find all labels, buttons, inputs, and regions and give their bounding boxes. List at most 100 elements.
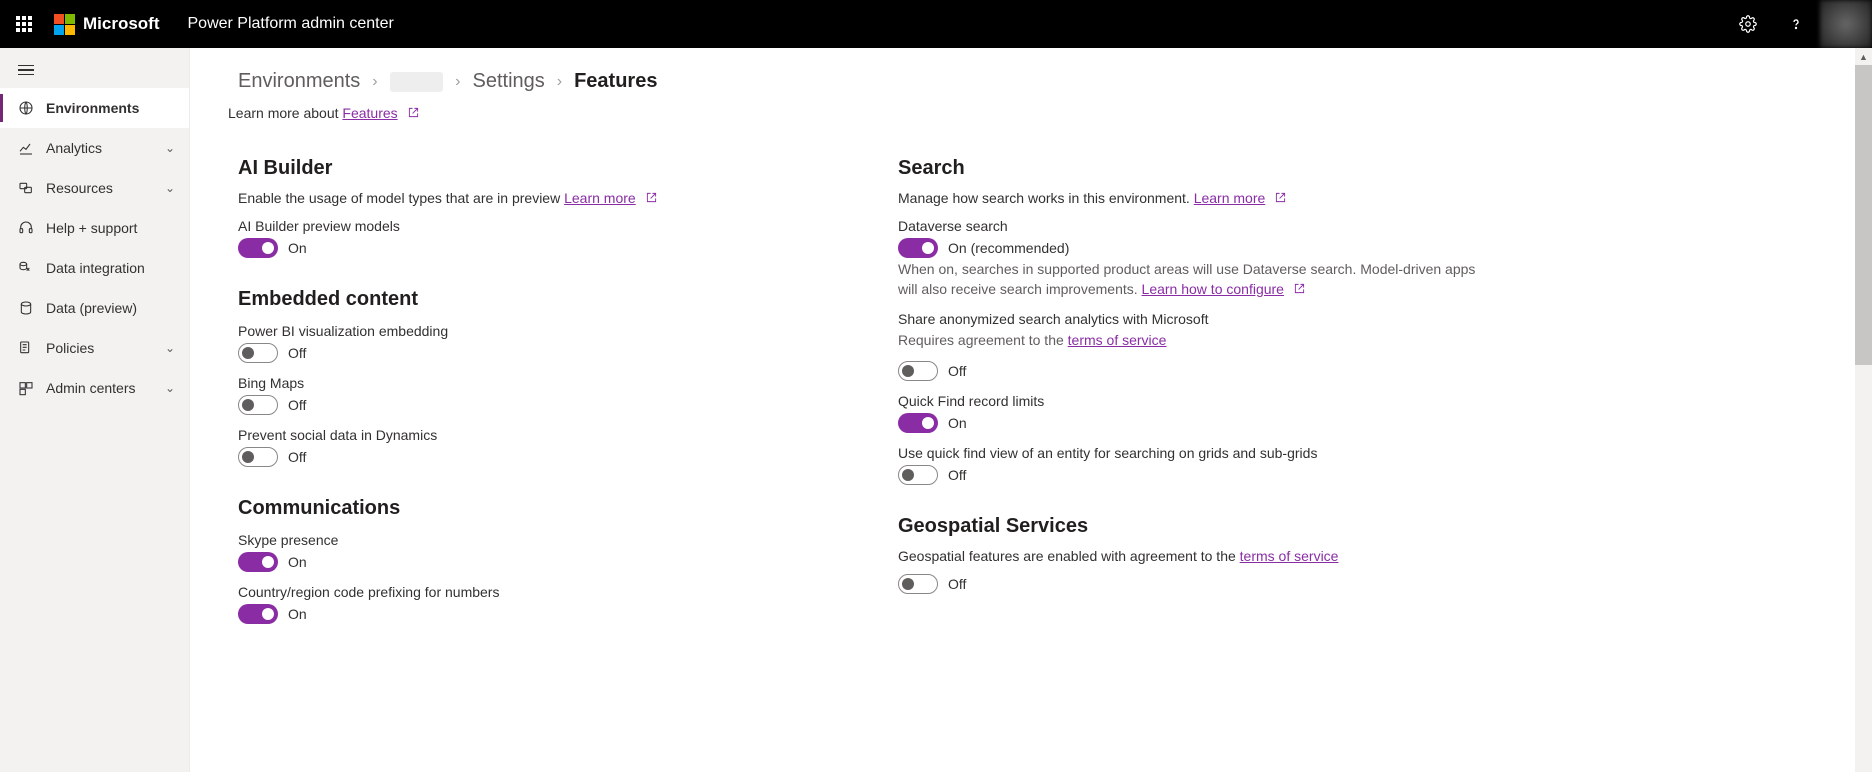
sidebar-item-environments[interactable]: Environments	[0, 88, 189, 128]
sidebar-item-help-support[interactable]: Help + support	[0, 208, 189, 248]
external-link-icon	[1275, 192, 1286, 203]
chevron-right-icon: ›	[372, 73, 377, 91]
field-dataverse-search: Dataverse search On (recommended) When o…	[898, 218, 1498, 299]
external-link-icon	[646, 192, 657, 203]
chevron-down-icon: ⌄	[165, 381, 175, 395]
field-label: Use quick find view of an entity for sea…	[898, 445, 1498, 461]
section-title: Geospatial Services	[898, 515, 1498, 538]
globe-icon	[18, 100, 34, 116]
toggle-state-text: Off	[288, 449, 306, 465]
country-code-prefixing-toggle[interactable]	[238, 604, 278, 624]
breadcrumb: Environments › › Settings › Features	[238, 70, 1750, 93]
section-description: Enable the usage of model types that are…	[238, 190, 838, 206]
help-icon	[1788, 16, 1804, 32]
section-geospatial: Geospatial Services Geospatial features …	[898, 515, 1498, 594]
breadcrumb-current: Features	[574, 70, 657, 93]
dataverse-search-help: When on, searches in supported product a…	[898, 260, 1498, 299]
account-button[interactable]	[1820, 0, 1872, 48]
ai-builder-learn-more-link[interactable]: Learn more	[564, 190, 636, 206]
field-label: Dataverse search	[898, 218, 1498, 234]
right-column: Search Manage how search works in this e…	[898, 157, 1498, 654]
features-docs-link[interactable]: Features	[342, 105, 397, 121]
prevent-social-data-toggle[interactable]	[238, 447, 278, 467]
field-country-code-prefixing: Country/region code prefixing for number…	[238, 584, 838, 624]
section-description: Geospatial features are enabled with agr…	[898, 548, 1498, 564]
sidebar-item-data-preview[interactable]: Data (preview)	[0, 288, 189, 328]
field-share-search-analytics: Share anonymized search analytics with M…	[898, 311, 1498, 381]
sidebar-item-label: Analytics	[46, 140, 102, 156]
app-launcher-button[interactable]	[0, 0, 48, 48]
scrollbar-thumb[interactable]	[1855, 65, 1872, 365]
learn-how-configure-link[interactable]: Learn how to configure	[1142, 281, 1284, 297]
toggle-state-text: Off	[288, 345, 306, 361]
collapse-nav-button[interactable]	[0, 52, 189, 88]
field-label: Share anonymized search analytics with M…	[898, 311, 1498, 327]
data-integration-icon	[18, 260, 34, 276]
sidebar-item-analytics[interactable]: Analytics ⌄	[0, 128, 189, 168]
sidebar-item-label: Environments	[46, 100, 139, 116]
help-button[interactable]	[1772, 0, 1820, 48]
search-learn-more-link[interactable]: Learn more	[1194, 190, 1266, 206]
section-search: Search Manage how search works in this e…	[898, 157, 1498, 485]
field-label: Prevent social data in Dynamics	[238, 427, 838, 443]
data-icon	[18, 300, 34, 316]
field-ai-builder-preview-models: AI Builder preview models On	[238, 218, 838, 258]
toggle-state-text: On	[948, 415, 967, 431]
section-description: Manage how search works in this environm…	[898, 190, 1498, 206]
settings-button[interactable]	[1724, 0, 1772, 48]
toggle-state-text: Off	[948, 363, 966, 379]
field-label: Skype presence	[238, 532, 838, 548]
geo-terms-of-service-link[interactable]: terms of service	[1240, 548, 1339, 564]
geospatial-services-toggle[interactable]	[898, 574, 938, 594]
terms-of-service-link[interactable]: terms of service	[1068, 332, 1167, 348]
topbar-right	[1724, 0, 1872, 48]
field-label: AI Builder preview models	[238, 218, 838, 234]
vertical-scrollbar[interactable]: ▲	[1855, 48, 1872, 772]
quick-find-grids-toggle[interactable]	[898, 465, 938, 485]
toggle-state-text: Off	[948, 467, 966, 483]
microsoft-logo-icon	[54, 14, 75, 35]
section-title: Embedded content	[238, 288, 838, 311]
field-prevent-social-data: Prevent social data in Dynamics Off	[238, 427, 838, 467]
learn-more-row: Learn more about Features	[228, 105, 1750, 121]
sidebar-item-label: Help + support	[46, 220, 137, 236]
microsoft-logo[interactable]: Microsoft	[54, 14, 160, 35]
skype-presence-toggle[interactable]	[238, 552, 278, 572]
chevron-right-icon: ›	[557, 73, 562, 91]
sidebar-item-policies[interactable]: Policies ⌄	[0, 328, 189, 368]
field-label: Quick Find record limits	[898, 393, 1498, 409]
sidebar-item-label: Resources	[46, 180, 113, 196]
ai-builder-preview-models-toggle[interactable]	[238, 238, 278, 258]
section-communications: Communications Skype presence On Country…	[238, 497, 838, 624]
chevron-down-icon: ⌄	[165, 181, 175, 195]
scroll-up-arrow-icon[interactable]: ▲	[1855, 48, 1872, 65]
quick-find-limits-toggle[interactable]	[898, 413, 938, 433]
external-link-icon	[408, 107, 419, 118]
chart-line-icon	[18, 140, 34, 156]
external-link-icon	[1294, 283, 1305, 294]
section-embedded-content: Embedded content Power BI visualization …	[238, 288, 838, 467]
share-search-analytics-toggle[interactable]	[898, 361, 938, 381]
field-label: Country/region code prefixing for number…	[238, 584, 838, 600]
bing-maps-toggle[interactable]	[238, 395, 278, 415]
sidebar-item-resources[interactable]: Resources ⌄	[0, 168, 189, 208]
field-label: Bing Maps	[238, 375, 838, 391]
toggle-state-text: Off	[288, 397, 306, 413]
breadcrumb-settings[interactable]: Settings	[473, 70, 545, 93]
toggle-state-text: Off	[948, 576, 966, 592]
field-powerbi-embedding: Power BI visualization embedding Off	[238, 323, 838, 363]
sidebar-item-admin-centers[interactable]: Admin centers ⌄	[0, 368, 189, 408]
dataverse-search-toggle[interactable]	[898, 238, 938, 258]
admin-centers-icon	[18, 380, 34, 396]
sidebar-item-data-integration[interactable]: Data integration	[0, 248, 189, 288]
toggle-state-text: On (recommended)	[948, 240, 1069, 256]
breadcrumb-environments[interactable]: Environments	[238, 70, 360, 93]
policies-icon	[18, 340, 34, 356]
chevron-down-icon: ⌄	[165, 141, 175, 155]
powerbi-embedding-toggle[interactable]	[238, 343, 278, 363]
shell: Environments Analytics ⌄ Resources ⌄	[0, 48, 1872, 772]
sidebar-item-label: Admin centers	[46, 380, 135, 396]
breadcrumb-environment-name[interactable]	[390, 72, 444, 92]
left-column: AI Builder Enable the usage of model typ…	[238, 157, 838, 654]
section-title: Communications	[238, 497, 838, 520]
